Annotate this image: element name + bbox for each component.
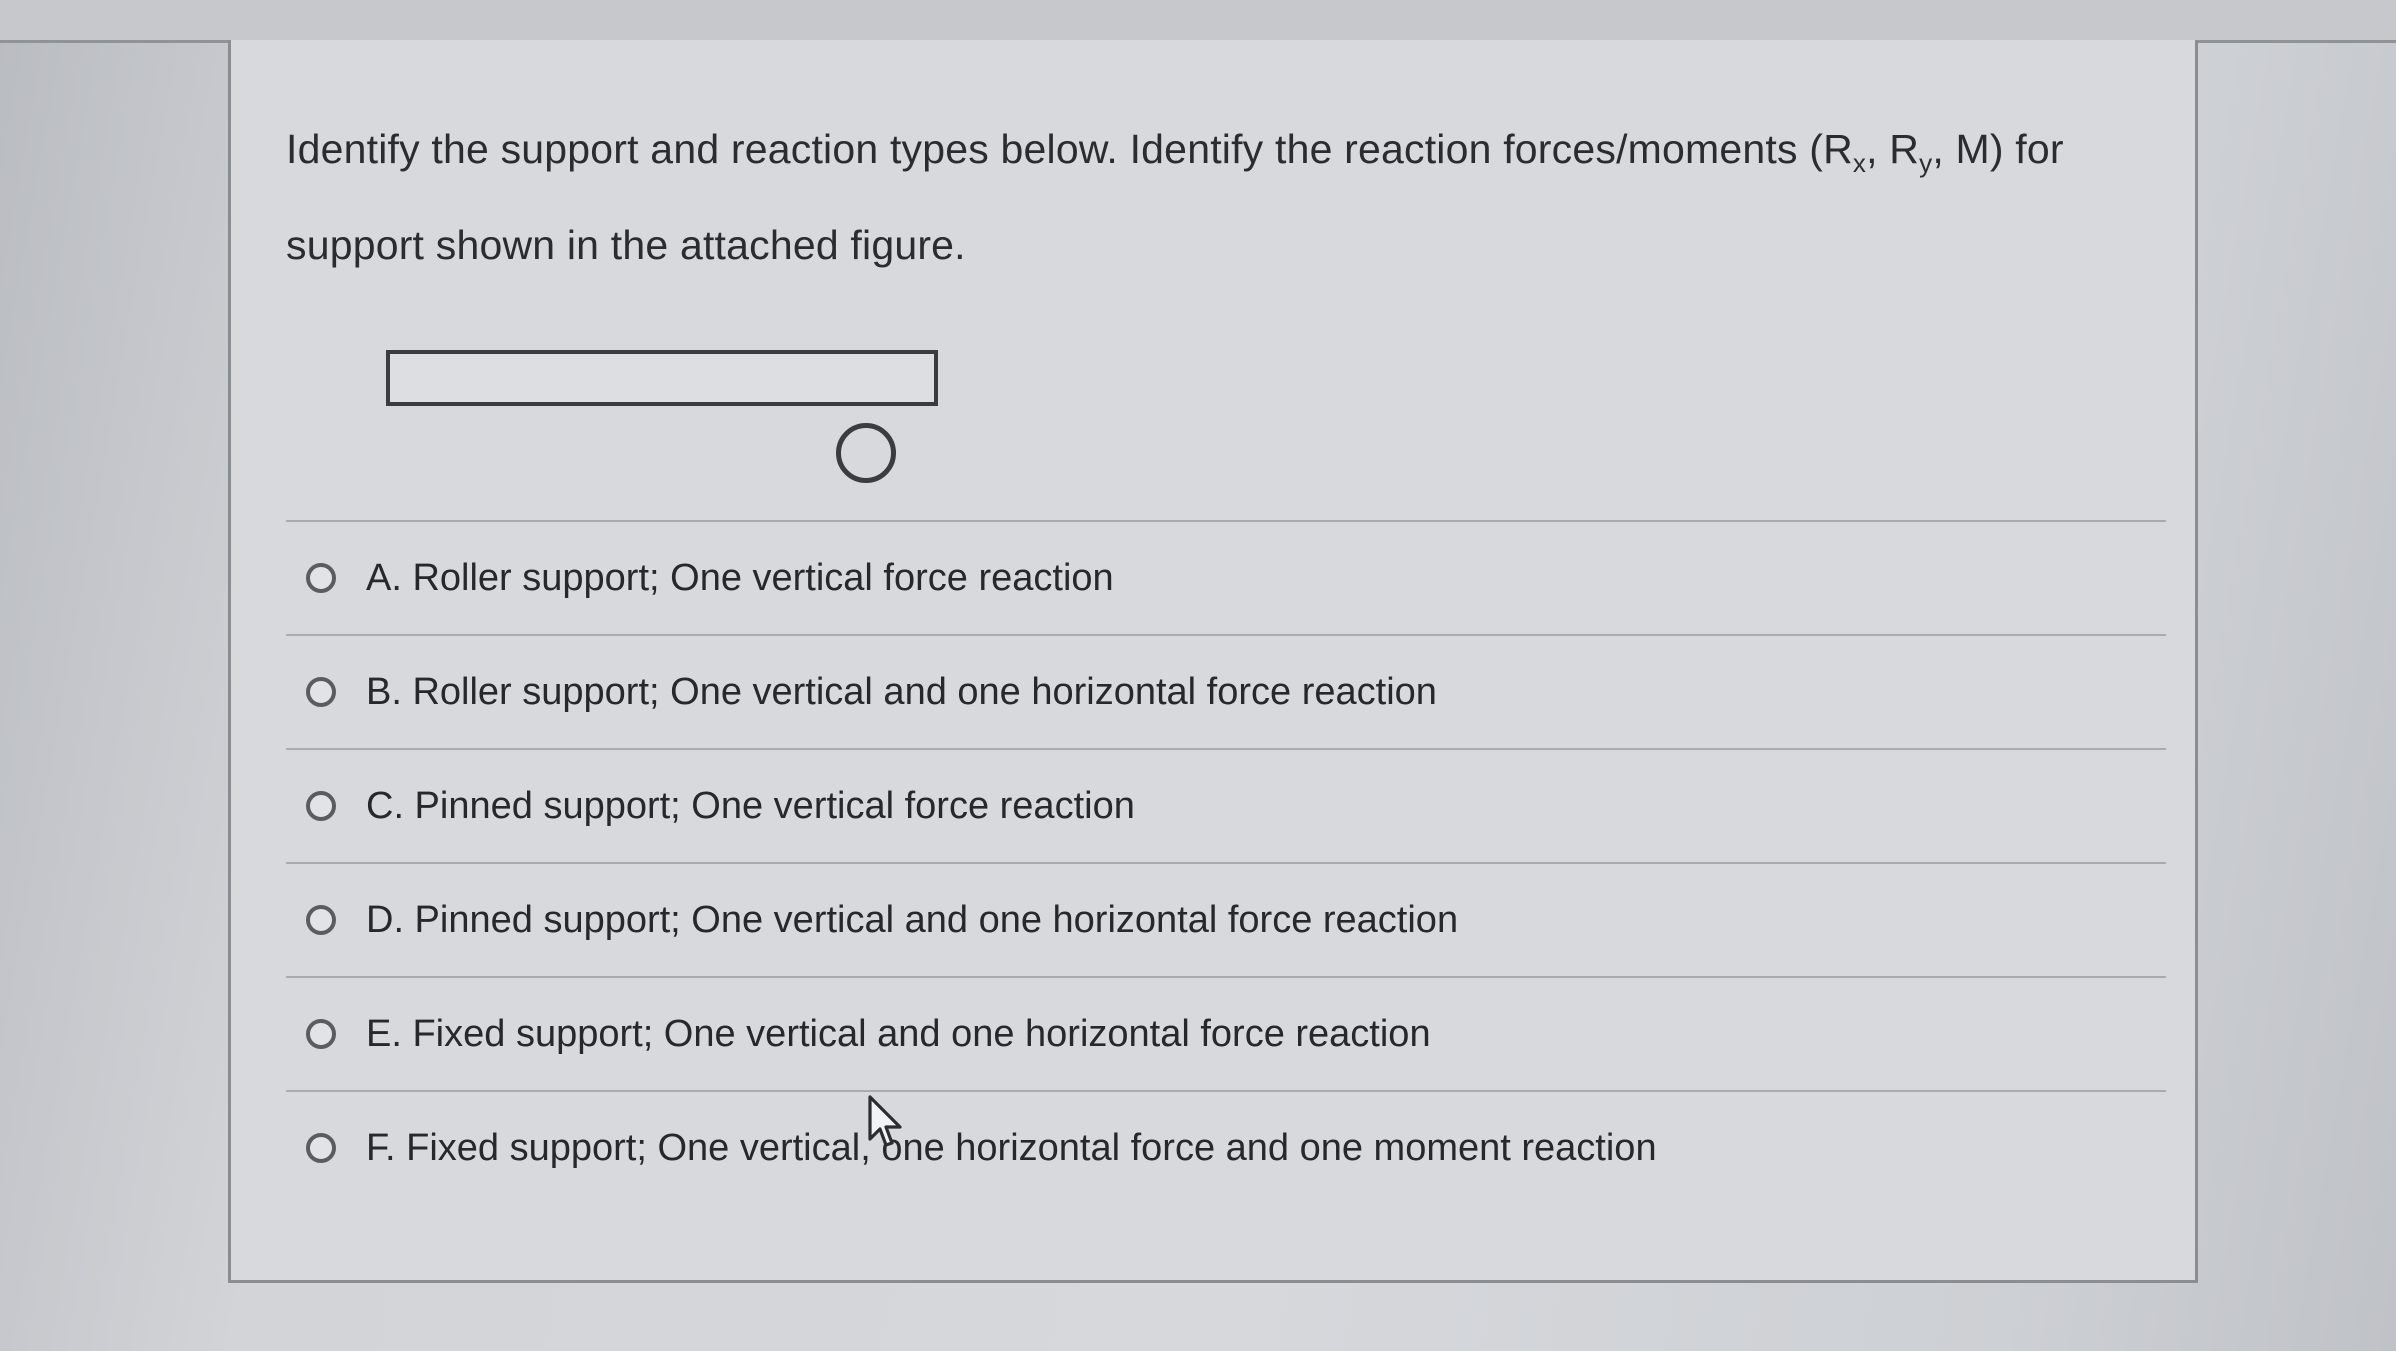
option-label: B. Roller support; One vertical and one …	[366, 670, 1437, 713]
radio-icon[interactable]	[306, 1133, 336, 1163]
radio-icon[interactable]	[306, 1019, 336, 1049]
radio-icon[interactable]	[306, 677, 336, 707]
radio-icon[interactable]	[306, 791, 336, 821]
option-label: C. Pinned support; One vertical force re…	[366, 784, 1135, 827]
top-strip	[0, 0, 2396, 43]
option-label: D. Pinned support; One vertical and one …	[366, 898, 1459, 941]
option-f[interactable]: F. Fixed support; One vertical, one hori…	[286, 1090, 2166, 1204]
radio-icon[interactable]	[306, 905, 336, 935]
subscript-x: x	[1852, 148, 1867, 179]
option-label: A. Roller support; One vertical force re…	[366, 556, 1114, 599]
radio-icon[interactable]	[306, 563, 336, 593]
option-c[interactable]: C. Pinned support; One vertical force re…	[286, 748, 2166, 862]
option-b[interactable]: B. Roller support; One vertical and one …	[286, 634, 2166, 748]
answer-options: A. Roller support; One vertical force re…	[286, 520, 2166, 1204]
option-label: F. Fixed support; One vertical, one hori…	[366, 1126, 1657, 1169]
beam-shape	[386, 350, 938, 406]
option-d[interactable]: D. Pinned support; One vertical and one …	[286, 862, 2166, 976]
question-line2: support shown in the attached figure.	[286, 222, 966, 269]
question-card: Identify the support and reaction types …	[228, 40, 2198, 1283]
screen: Identify the support and reaction types …	[0, 0, 2396, 1351]
option-label: E. Fixed support; One vertical and one h…	[366, 1012, 1431, 1055]
mouse-pointer-icon	[868, 1095, 902, 1147]
option-e[interactable]: E. Fixed support; One vertical and one h…	[286, 976, 2166, 1090]
roller-circle-icon	[836, 423, 896, 483]
option-a[interactable]: A. Roller support; One vertical force re…	[286, 520, 2166, 634]
question-line1: Identify the support and reaction types …	[286, 126, 1853, 172]
question-text: Identify the support and reaction types …	[286, 108, 2206, 286]
support-figure	[386, 305, 986, 505]
subscript-y: y	[1919, 148, 1933, 179]
question-line1-end: , M) for	[1932, 126, 2064, 172]
question-sep: , R	[1866, 126, 1920, 172]
